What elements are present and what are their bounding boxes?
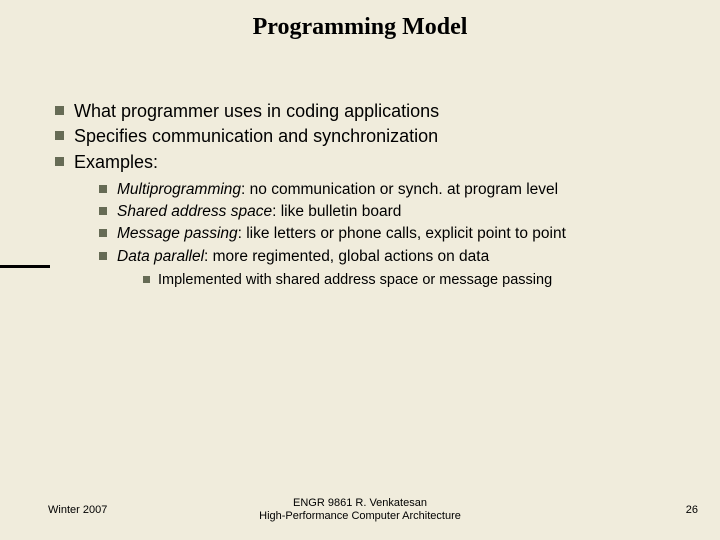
- accent-line: [0, 265, 50, 268]
- bullet-text: What programmer uses in coding applicati…: [74, 100, 439, 123]
- term-desc: : more regimented, global actions on dat…: [204, 248, 489, 265]
- square-bullet-icon: [99, 252, 107, 260]
- square-bullet-icon: [55, 157, 64, 166]
- square-bullet-icon: [99, 207, 107, 215]
- list-item: Data parallel: more regimented, global a…: [99, 247, 695, 267]
- bullet-text: Message passing: like letters or phone c…: [117, 224, 566, 244]
- footer-line2: High-Performance Computer Architecture: [259, 510, 461, 522]
- footer-line1: ENGR 9861 R. Venkatesan: [293, 497, 427, 509]
- term-desc: : like letters or phone calls, explicit …: [238, 225, 566, 242]
- list-item: Message passing: like letters or phone c…: [99, 224, 695, 244]
- list-item: What programmer uses in coding applicati…: [55, 100, 695, 123]
- square-bullet-icon: [143, 276, 150, 283]
- footer-course: ENGR 9861 R. Venkatesan High-Performance…: [0, 497, 720, 525]
- footer-term: Winter 2007: [48, 504, 107, 516]
- list-item: Shared address space: like bulletin boar…: [99, 202, 695, 222]
- italic-term: Shared address space: [117, 203, 272, 220]
- bullet-text: Data parallel: more regimented, global a…: [117, 247, 489, 267]
- list-item: Examples:: [55, 151, 695, 174]
- italic-term: Data parallel: [117, 248, 204, 265]
- square-bullet-icon: [55, 131, 64, 140]
- bullet-text: Shared address space: like bulletin boar…: [117, 202, 401, 222]
- slide-footer: Winter 2007 ENGR 9861 R. Venkatesan High…: [0, 497, 720, 525]
- square-bullet-icon: [99, 229, 107, 237]
- square-bullet-icon: [99, 185, 107, 193]
- square-bullet-icon: [55, 106, 64, 115]
- slide-number: 26: [686, 504, 698, 516]
- term-desc: : like bulletin board: [272, 203, 401, 220]
- list-item: Implemented with shared address space or…: [143, 271, 695, 290]
- bullet-list-level2: Multiprogramming: no communication or sy…: [99, 180, 695, 267]
- bullet-list-level1: What programmer uses in coding applicati…: [55, 100, 695, 174]
- slide-title: Programming Model: [0, 0, 720, 41]
- bullet-text: Specifies communication and synchronizat…: [74, 125, 438, 148]
- bullet-text: Examples:: [74, 151, 158, 174]
- list-item: Multiprogramming: no communication or sy…: [99, 180, 695, 200]
- slide-content: What programmer uses in coding applicati…: [55, 100, 695, 290]
- bullet-list-level3: Implemented with shared address space or…: [143, 271, 695, 290]
- term-desc: : no communication or synch. at program …: [241, 181, 558, 198]
- italic-term: Message passing: [117, 225, 238, 242]
- bullet-text: Multiprogramming: no communication or sy…: [117, 180, 558, 200]
- bullet-text: Implemented with shared address space or…: [158, 271, 552, 290]
- list-item: Specifies communication and synchronizat…: [55, 125, 695, 148]
- italic-term: Multiprogramming: [117, 181, 241, 198]
